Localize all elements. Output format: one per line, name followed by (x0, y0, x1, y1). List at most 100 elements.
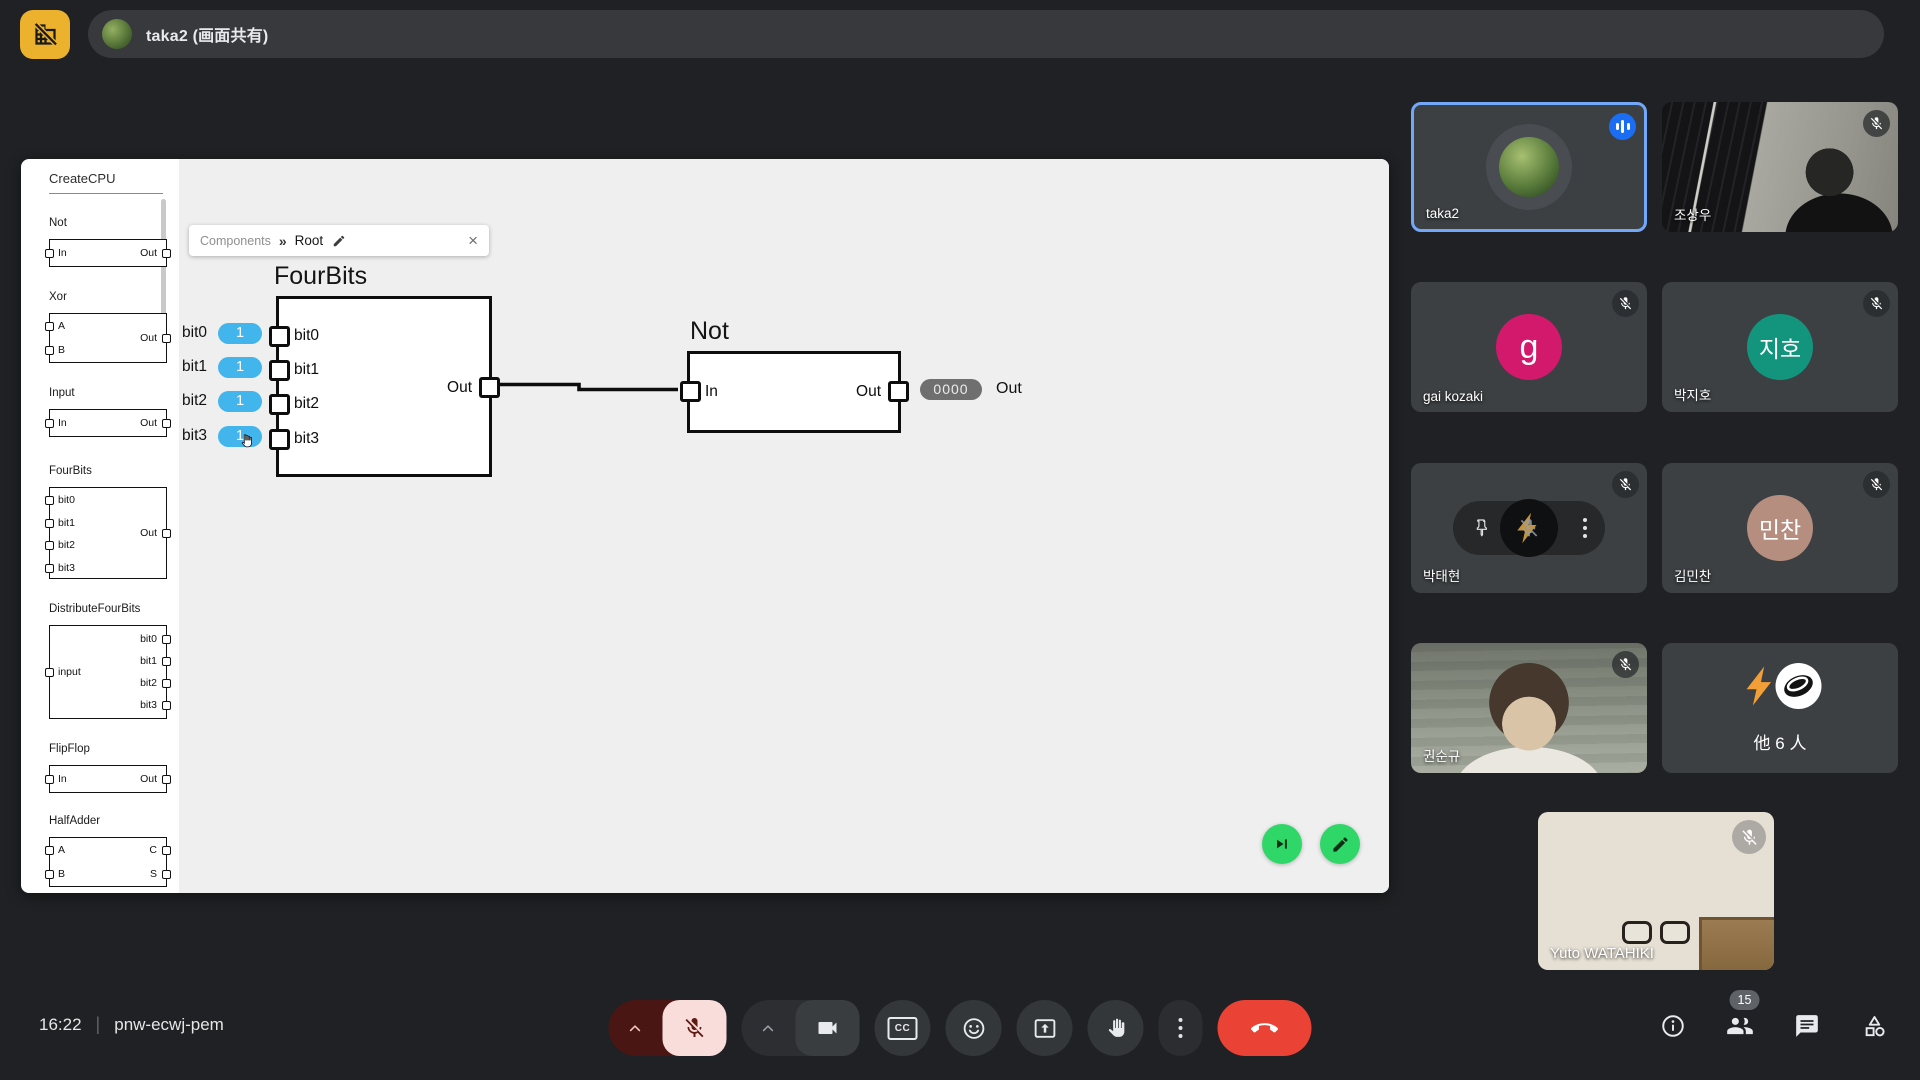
pencil-icon (1331, 835, 1350, 854)
port-bit2[interactable] (269, 394, 290, 415)
input-toggle-bit0[interactable]: 1 (218, 323, 262, 344)
info-icon (1660, 1013, 1686, 1039)
participant-count-badge: 15 (1730, 990, 1760, 1010)
captions-icon: CC (888, 1017, 918, 1040)
meeting-code: pnw-ecwj-pem (114, 1015, 224, 1035)
tile-taka2[interactable]: taka2 (1411, 102, 1647, 232)
more-options-icon (1178, 1018, 1183, 1039)
hand-icon (1103, 1016, 1128, 1041)
mic-off-icon (1612, 651, 1639, 678)
smiley-icon (961, 1016, 986, 1041)
avatar-ring (1486, 124, 1572, 210)
call-end-icon (1251, 1014, 1279, 1042)
participant-name: gai kozaki (1423, 389, 1483, 404)
port-out[interactable] (479, 377, 500, 398)
chevron-up-icon (626, 1019, 645, 1038)
avatar-initial: 지호 (1747, 314, 1813, 380)
people-icon (1726, 1012, 1754, 1040)
cookie-logo-icon (1776, 663, 1822, 709)
overflow-avatars (1739, 663, 1822, 709)
present-screen-icon (1032, 1016, 1057, 1041)
mic-control-group (609, 1000, 727, 1056)
more-options-button[interactable] (1159, 1000, 1203, 1056)
avatar-logo (1500, 499, 1558, 557)
port-bit0[interactable] (269, 326, 290, 347)
input-label-bit1: bit1 (182, 357, 207, 377)
port-bit3[interactable] (269, 429, 290, 450)
port-out[interactable] (888, 381, 909, 402)
port-label: bit3 (294, 429, 319, 449)
meeting-info: 16:22 | pnw-ecwj-pem (39, 1014, 224, 1035)
tile-parkjiho[interactable]: 지호 박지호 (1662, 282, 1898, 412)
mic-off-icon (1612, 290, 1639, 317)
mic-off-icon (1732, 820, 1766, 854)
tile-overflow[interactable]: 他 6 人 (1662, 643, 1898, 773)
self-view-tile[interactable]: Yuto WATAHIKI (1538, 812, 1774, 970)
fourbits-block[interactable]: bit0 bit1 bit2 bit3 Out (276, 296, 492, 477)
mic-button[interactable] (663, 1000, 727, 1056)
port-in[interactable] (680, 381, 701, 402)
input-label-bit2: bit2 (182, 391, 207, 411)
avatar-initial: g (1496, 314, 1562, 380)
call-controls: CC (609, 1000, 1312, 1056)
raise-hand-button[interactable] (1088, 1000, 1144, 1056)
shared-screen-banner[interactable]: taka2 (画面共有) (88, 10, 1884, 58)
people-button[interactable]: 15 (1726, 1012, 1754, 1040)
mouse-cursor (238, 432, 256, 450)
tile-josangwoo[interactable]: 조상우 (1662, 102, 1898, 232)
mic-off-icon (1863, 290, 1890, 317)
skip-next-icon (1272, 834, 1292, 854)
tile-parktaehyun[interactable]: 박태현 (1411, 463, 1647, 593)
more-options-icon[interactable] (1583, 518, 1588, 539)
speaking-indicator-icon (1609, 113, 1636, 140)
presentation-paused-indicator[interactable] (20, 10, 70, 59)
clock: 16:22 (39, 1015, 82, 1035)
background-board (1699, 917, 1774, 970)
port-label: bit0 (294, 326, 319, 346)
edit-fab[interactable] (1320, 824, 1360, 864)
mic-off-icon (1863, 471, 1890, 498)
activities-button[interactable] (1860, 1012, 1888, 1040)
participant-name: taka2 (1426, 206, 1459, 221)
meeting-details-button[interactable] (1659, 1012, 1687, 1040)
chat-button[interactable] (1793, 1012, 1821, 1040)
port-label: In (705, 382, 718, 402)
present-button[interactable] (1017, 1000, 1073, 1056)
overflow-count-label: 他 6 人 (1662, 729, 1898, 754)
input-toggle-bit2[interactable]: 1 (218, 391, 262, 412)
avatar-initial: 민찬 (1747, 495, 1813, 561)
shared-screen: CreateCPU Not In Out Xor A B Out Input I… (21, 159, 1389, 893)
captions-button[interactable]: CC (875, 1000, 931, 1056)
mic-off-icon (1518, 517, 1540, 539)
avatar (1499, 137, 1559, 197)
tile-kwonsoonkyu[interactable]: 권순규 (1411, 643, 1647, 773)
building-slash-icon (32, 21, 59, 48)
block-title-not: Not (690, 317, 729, 346)
end-call-button[interactable] (1218, 1000, 1312, 1056)
tile-gai-kozaki[interactable]: g gai kozaki (1411, 282, 1647, 412)
divider: | (96, 1014, 101, 1035)
mic-off-icon (683, 1016, 707, 1040)
output-label: Out (996, 379, 1022, 399)
activities-shapes-icon (1861, 1013, 1888, 1040)
port-label: Out (856, 382, 881, 402)
camera-control-group (742, 1000, 860, 1056)
port-bit1[interactable] (269, 360, 290, 381)
run-step-fab[interactable] (1262, 824, 1302, 864)
port-label: Out (447, 378, 472, 398)
input-toggle-bit1[interactable]: 1 (218, 357, 262, 378)
camera-icon (816, 1016, 840, 1040)
panel-controls: 15 (1659, 1012, 1888, 1040)
self-name: Yuto WATAHIKI (1550, 945, 1654, 962)
input-label-bit0: bit0 (182, 323, 207, 343)
pin-icon[interactable] (1471, 518, 1491, 538)
tile-kimminchan[interactable]: 민찬 김민찬 (1662, 463, 1898, 593)
not-block[interactable]: In Out (687, 351, 901, 433)
participant-name: 박태현 (1423, 565, 1460, 585)
chat-icon (1794, 1013, 1820, 1039)
camera-button[interactable] (796, 1000, 860, 1056)
reactions-button[interactable] (946, 1000, 1002, 1056)
glasses (1622, 921, 1690, 944)
output-value-pill: 0000 (920, 379, 982, 400)
block-title-fourbits: FourBits (274, 262, 367, 291)
